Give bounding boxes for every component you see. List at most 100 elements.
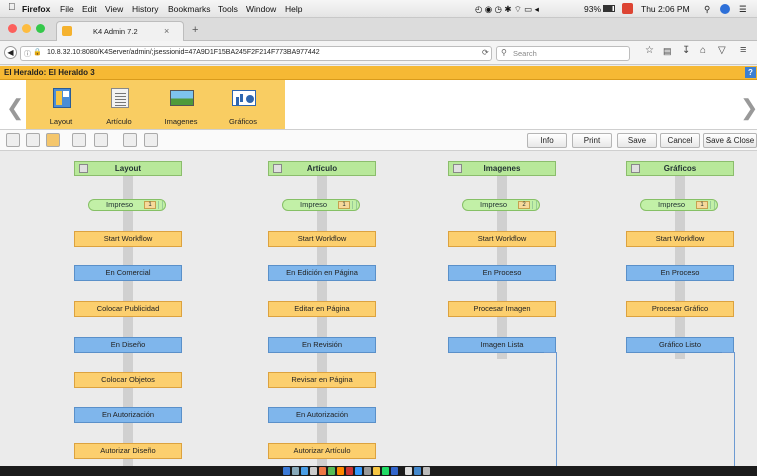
documents-icon[interactable] — [405, 467, 412, 475]
downloads-icon[interactable] — [414, 467, 421, 475]
zoom-window-icon[interactable] — [36, 24, 45, 33]
clock[interactable]: Thu 2:06 PM — [641, 4, 690, 14]
apple-icon[interactable]:  — [8, 2, 16, 13]
workflow-step[interactable]: Imagen Lista — [448, 337, 556, 353]
close-window-icon[interactable] — [8, 24, 17, 33]
status-icons[interactable]: ◴ ◉ ◷ ✱ ⌔ ▭ ◂ — [475, 4, 539, 15]
nav-item-layout[interactable]: Layout — [36, 80, 86, 129]
workflow-step[interactable]: Gráfico Listo — [626, 337, 734, 353]
status-pill[interactable]: Impreso 2 — [462, 199, 540, 211]
nav-item-imagenes[interactable]: Imagenes — [156, 80, 206, 129]
settings-icon[interactable] — [364, 467, 371, 475]
app-icon[interactable] — [382, 467, 389, 475]
print-button[interactable]: Print — [572, 133, 612, 148]
tab-close-icon[interactable]: × — [164, 26, 169, 36]
expand-icon[interactable] — [26, 133, 40, 147]
status-pill[interactable]: Impreso 1 — [282, 199, 360, 211]
finder-icon[interactable] — [283, 467, 290, 475]
find-icon[interactable] — [94, 133, 108, 147]
home-icon[interactable]: ⌂ — [700, 45, 706, 56]
nav-next-icon[interactable]: ❯ — [740, 95, 757, 121]
save-close-button[interactable]: Save & Close — [703, 133, 757, 148]
column-header[interactable]: Gráficos — [626, 161, 734, 176]
nav-item-articulo[interactable]: Artículo — [94, 80, 144, 129]
app-icon[interactable] — [391, 467, 398, 475]
workflow-step[interactable]: Colocar Objetos — [74, 372, 182, 388]
app-store-icon[interactable] — [355, 467, 362, 475]
column-header[interactable]: Imagenes — [448, 161, 556, 176]
menu-edit[interactable]: Edit — [82, 4, 97, 14]
workflow-step[interactable]: Editar en Página — [268, 301, 376, 317]
menu-file[interactable]: File — [60, 4, 74, 14]
flag-icon[interactable] — [622, 3, 633, 14]
status-pill[interactable]: Impreso 1 — [640, 199, 718, 211]
browser-tab[interactable]: K4 Admin 7.2 × + — [56, 21, 198, 41]
menu-view[interactable]: View — [105, 4, 123, 14]
column-header[interactable]: Artículo — [268, 161, 376, 176]
workflow-step[interactable]: En Proceso — [448, 265, 556, 281]
firefox-icon[interactable] — [337, 467, 344, 475]
list-view-icon[interactable] — [72, 133, 86, 147]
trash-icon[interactable] — [423, 467, 430, 475]
site-info-icon[interactable]: ⓘ — [24, 49, 31, 59]
workflow-step[interactable]: En Diseño — [74, 337, 182, 353]
collapse-icon[interactable] — [6, 133, 20, 147]
edit-icon[interactable] — [144, 133, 158, 147]
nav-item-graficos[interactable]: Gráficos — [218, 80, 268, 129]
workflow-step[interactable]: Start Workflow — [268, 231, 376, 247]
workflow-step[interactable]: Autorizar Artículo — [268, 443, 376, 459]
workflow-step[interactable]: Start Workflow — [448, 231, 556, 247]
menu-history[interactable]: History — [132, 4, 158, 14]
pocket-icon[interactable]: ▽ — [718, 45, 726, 56]
insecure-icon[interactable]: 🔒 — [33, 48, 42, 56]
calendar-icon[interactable] — [319, 467, 326, 475]
workflow-step[interactable]: En Autorización — [268, 407, 376, 423]
siri-icon[interactable] — [720, 4, 730, 14]
menu-window[interactable]: Window — [246, 4, 276, 14]
workflow-step[interactable]: En Autorización — [74, 407, 182, 423]
launchpad-icon[interactable] — [292, 467, 299, 475]
hamburger-menu-icon[interactable]: ≡ — [740, 44, 746, 56]
reload-icon[interactable]: ⟳ — [482, 48, 489, 57]
workflow-step[interactable]: Start Workflow — [626, 231, 734, 247]
workflow-step[interactable]: Revisar en Página — [268, 372, 376, 388]
workflow-step[interactable]: En Proceso — [626, 265, 734, 281]
back-icon[interactable]: ◀ — [4, 46, 17, 59]
workflow-step[interactable]: Autorizar Diseño — [74, 443, 182, 459]
workflow-step[interactable]: En Comercial — [74, 265, 182, 281]
workflow-step[interactable]: Start Workflow — [74, 231, 182, 247]
minimize-window-icon[interactable] — [22, 24, 31, 33]
download-icon[interactable]: ↧ — [682, 45, 690, 56]
workflow-step[interactable]: En Revisión — [268, 337, 376, 353]
notes-icon[interactable] — [373, 467, 380, 475]
workflow-step[interactable]: Procesar Imagen — [448, 301, 556, 317]
url-input[interactable]: ⓘ 🔒 10.8.32.10:8080/K4Server/admin/;jses… — [20, 46, 492, 61]
search-input[interactable]: ⚲ Search — [496, 46, 630, 61]
column-header[interactable]: Layout — [74, 161, 182, 176]
safari-icon[interactable] — [301, 467, 308, 475]
app-icon[interactable] — [346, 467, 353, 475]
info-button[interactable]: Info — [527, 133, 567, 148]
bookmark-star-icon[interactable]: ☆ — [645, 45, 654, 56]
add-step-icon[interactable] — [123, 133, 137, 147]
new-tab-icon[interactable]: + — [192, 24, 198, 36]
help-button[interactable]: ? — [745, 67, 756, 78]
grid-view-icon[interactable] — [46, 133, 60, 147]
menu-help[interactable]: Help — [285, 4, 302, 14]
mail-icon[interactable] — [310, 467, 317, 475]
messages-icon[interactable] — [328, 467, 335, 475]
workflow-step[interactable]: En Edición en Página — [268, 265, 376, 281]
workflow-step[interactable]: Procesar Gráfico — [626, 301, 734, 317]
reading-list-icon[interactable]: ▤ — [663, 46, 672, 57]
notification-center-icon[interactable]: ☰ — [739, 4, 747, 15]
workflow-step[interactable]: Colocar Publicidad — [74, 301, 182, 317]
battery-icon[interactable] — [603, 5, 615, 12]
menu-app-name[interactable]: Firefox — [22, 4, 50, 14]
menu-bookmarks[interactable]: Bookmarks — [168, 4, 211, 14]
nav-prev-icon[interactable]: ❮ — [6, 95, 24, 121]
save-button[interactable]: Save — [617, 133, 657, 148]
spotlight-icon[interactable]: ⚲ — [704, 4, 710, 15]
status-pill[interactable]: Impreso 1 — [88, 199, 166, 211]
cancel-button[interactable]: Cancel — [660, 133, 700, 148]
menu-tools[interactable]: Tools — [218, 4, 238, 14]
